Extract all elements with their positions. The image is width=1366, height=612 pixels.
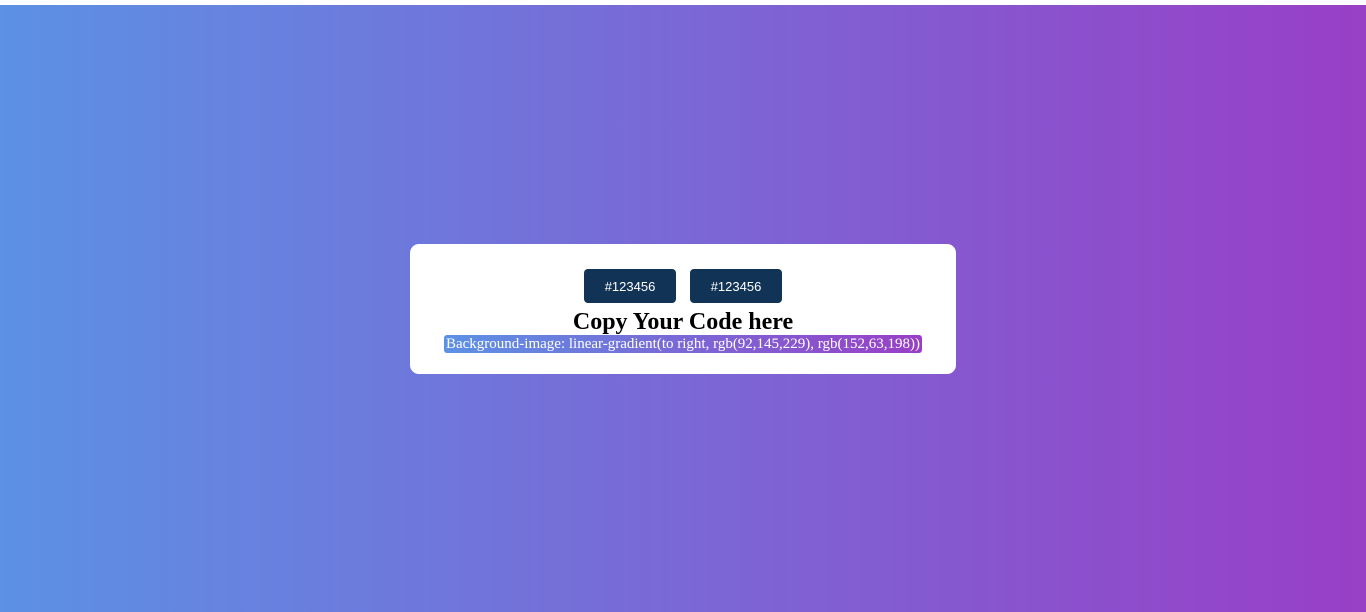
color-button-row: #123456 #123456 [410,269,956,303]
color-two-button[interactable]: #123456 [690,269,782,303]
code-output-row: Background-image: linear-gradient(to rig… [410,335,956,353]
color-one-button[interactable]: #123456 [584,269,676,303]
code-card: #123456 #123456 Copy Your Code here Back… [410,244,956,374]
card-title: Copy Your Code here [572,309,794,335]
css-code-output[interactable]: Background-image: linear-gradient(to rig… [443,335,923,353]
